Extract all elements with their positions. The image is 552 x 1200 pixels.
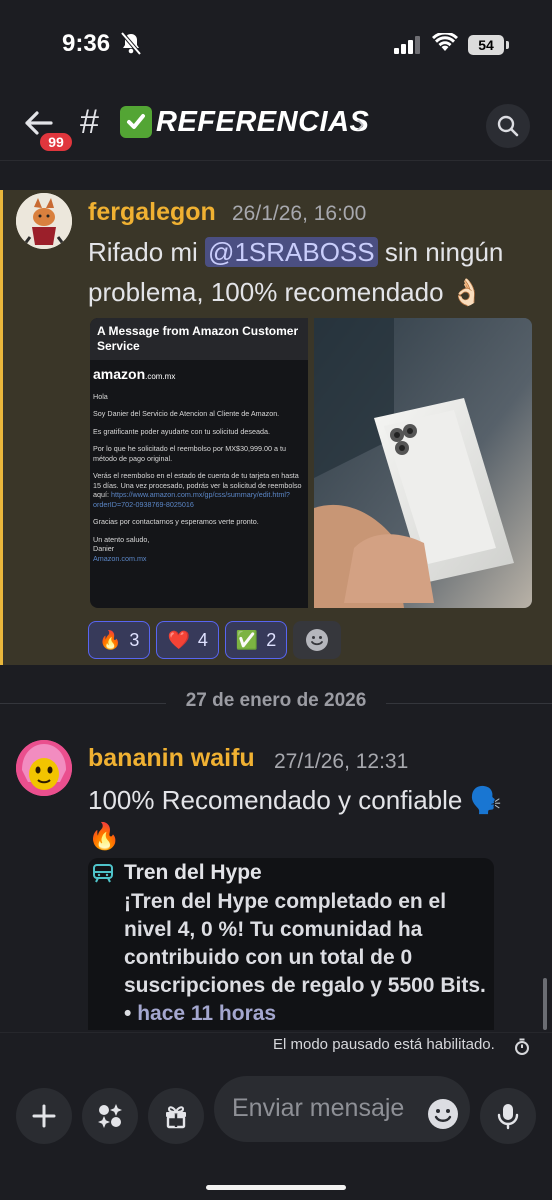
embed-time: hace 11 horas [137,1002,277,1025]
home-indicator[interactable] [206,1185,346,1190]
reaction-count: 3 [129,629,140,650]
attachment-image-email[interactable]: A Message from Amazon Customer Service a… [90,318,308,608]
check-mark-emoji-icon [120,106,152,138]
embed-title: Tren del Hype [124,861,262,884]
email-line: Por lo que he solicitado el reembolso po… [93,444,286,463]
email-sign: Amazon.com.mx [93,553,147,563]
smiley-icon [306,629,329,651]
reactions-row: 🔥 3 ❤️ 4 ✅ 2 [88,621,342,659]
message-text-part: Rifado mi [88,237,206,267]
reaction-check[interactable]: ✅ 2 [224,621,288,659]
message-text: Rifado mi @1SRABOSS sin ningún problema,… [88,232,528,312]
add-attachment-button[interactable] [16,1088,72,1144]
add-reaction-button[interactable] [293,621,342,659]
email-sign: Danier [93,544,115,553]
fire-emoji-icon: 🔥 [99,629,122,650]
message-timestamp: 26/1/26, 16:00 [232,202,367,225]
email-heading: A Message from Amazon Customer Service [90,318,308,360]
status-bar: 9:36 54 [0,0,552,90]
email-line: Es gratificante poder ayudarte con tu so… [93,426,271,436]
email-line: Gracias por contactarnos y esperamos ver… [93,517,259,526]
check-emoji-icon: ✅ [235,629,259,650]
message-text: 🔥 [88,821,121,851]
message-fergalegon[interactable]: fergalegon 26/1/26, 16:00 Rifado mi @1SR… [0,190,552,665]
message-author[interactable]: fergalegon [88,198,216,227]
search-icon [497,115,519,137]
heart-emoji-icon: ❤️ [167,629,190,650]
amazon-logo-suffix: .com.mx [145,372,176,381]
gift-button[interactable] [148,1088,204,1144]
battery-indicator: 54 [468,35,504,55]
amazon-logo-text: amazon [93,366,146,382]
attachment-image-phone-box[interactable] [314,318,532,608]
avatar[interactable] [16,740,72,796]
phone-box-photo [314,318,532,608]
email-link: https://www.amazon.com.mx/gp/css/summary… [93,490,290,509]
email-line: Verás el reembolso en el estado de cuent… [93,471,305,509]
channel-name[interactable]: REFERENCIAS [156,106,369,139]
mention-highlight-bar [0,190,3,665]
emoji-picker-icon[interactable] [427,1098,459,1130]
message-input-placeholder: Enviar mensaje [232,1094,405,1122]
search-button[interactable] [486,104,530,148]
date-separator-label: 27 de enero de 2026 [166,690,386,712]
reaction-heart[interactable]: ❤️ 4 [156,621,219,659]
message-text: 100% Recomendado y confiable 🗣️ [88,785,502,815]
unread-count-badge: 99 [37,130,75,154]
email-sign: Un atento saludo, [93,534,150,544]
bell-muted-icon [120,32,142,56]
timer-icon [515,1038,529,1055]
plus-icon [32,1104,56,1128]
apps-button[interactable] [82,1088,138,1144]
microphone-icon [497,1104,519,1130]
reaction-count: 2 [266,629,277,650]
channel-header: 99 # REFERENCIAS › [0,90,552,160]
paused-mode-notice: El modo pausado está habilitado. [273,1036,495,1053]
wifi-icon [432,33,458,51]
user-mention[interactable]: @1SRABOSS [205,237,378,267]
voice-message-button[interactable] [480,1088,536,1144]
gift-icon [166,1106,186,1129]
sparkle-apps-icon [98,1104,122,1128]
avatar-image [16,740,72,796]
signal-icon [394,36,420,54]
scrollbar[interactable] [543,978,547,1030]
train-icon [93,864,113,883]
chevron-right-icon[interactable]: › [356,108,365,139]
hash-channel-icon: # [80,103,99,141]
battery-nub [506,41,509,49]
email-body: amazon.com.mx Hola Soy Danier del Servic… [90,360,308,567]
avatar[interactable] [16,193,72,249]
reaction-count: 4 [197,629,208,650]
message-author[interactable]: bananin waifu [88,744,255,773]
embed-body: ¡Tren del Hype completado en el nivel 4,… [124,888,494,1028]
avatar-image [16,193,72,249]
message-timestamp: 27/1/26, 12:31 [274,750,409,773]
email-greeting: Hola [93,391,108,401]
email-line: Soy Danier del Servicio de Atencion al C… [93,409,280,418]
amazon-logo: amazon.com.mx [93,367,305,382]
status-time: 9:36 [62,30,111,57]
reaction-fire[interactable]: 🔥 3 [88,621,151,659]
header-divider [0,160,552,161]
